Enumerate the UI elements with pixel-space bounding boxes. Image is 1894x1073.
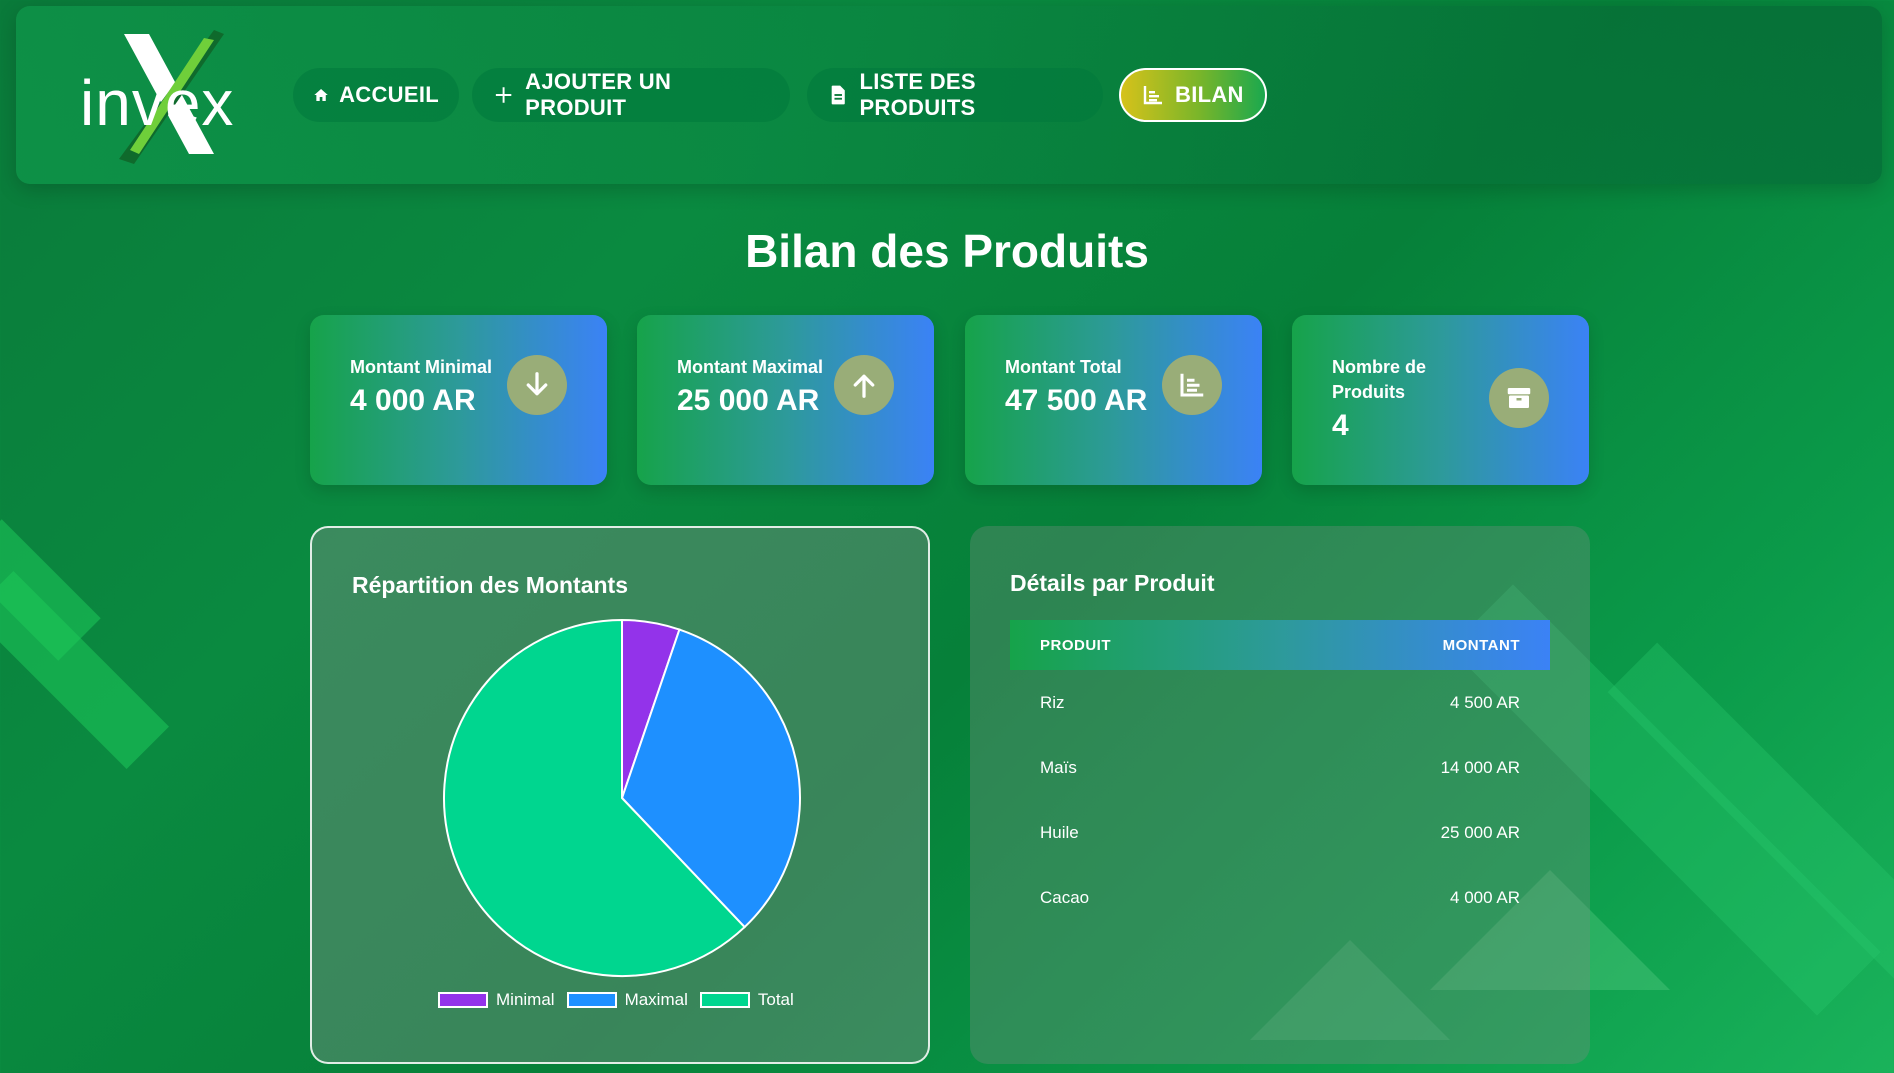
legend-label: Maximal	[624, 990, 688, 1009]
table-row: Riz 4 500 AR	[1010, 670, 1550, 735]
nav-accueil-label: ACCUEIL	[339, 82, 439, 107]
home-icon	[314, 88, 328, 102]
stat-label: Montant Maximal	[677, 357, 824, 377]
chart-legend: Minimal Maximal Total	[438, 990, 796, 1010]
stat-value: 4 000 AR	[350, 384, 476, 417]
cell-montant: 25 000 AR	[1440, 822, 1520, 842]
nav-bilan-button[interactable]: BILAN	[1119, 68, 1267, 122]
stat-value: 4	[1332, 409, 1349, 442]
details-table: PRODUIT MONTANT Riz 4 500 AR Maïs 14 000…	[1010, 620, 1550, 930]
stat-value: 47 500 AR	[1005, 384, 1148, 417]
legend-item-minimal[interactable]: Minimal	[438, 990, 555, 1010]
chart-icon	[1162, 355, 1222, 415]
logo-text: invex	[80, 67, 235, 139]
legend-label: Minimal	[496, 990, 555, 1009]
stat-label: Montant Total	[1005, 357, 1122, 377]
cell-produit: Maïs	[1040, 757, 1077, 777]
cell-montant: 4 000 AR	[1450, 887, 1520, 907]
cell-produit: Cacao	[1040, 887, 1090, 907]
page-title: Bilan des Produits	[745, 225, 1149, 277]
stat-label: Montant Minimal	[350, 357, 492, 377]
chart-icon	[1143, 86, 1162, 105]
arrow-up-icon	[834, 355, 894, 415]
nav-liste-produits-button[interactable]: LISTE DES PRODUITS	[807, 68, 1103, 122]
legend-swatch	[566, 992, 617, 1008]
stat-card-montant-maximal: Montant Maximal 25 000 AR	[637, 315, 934, 485]
legend-swatch	[438, 992, 488, 1008]
box-icon	[1489, 368, 1549, 428]
nav-accueil-button[interactable]: ACCUEIL	[293, 68, 459, 122]
invex-logo[interactable]: invex	[64, 24, 254, 174]
details-panel: Détails par Produit PRODUIT MONTANT Riz …	[970, 526, 1590, 1064]
nav-ajouter-produit-label: AJOUTER UN PRODUIT	[525, 69, 672, 120]
cell-produit: Riz	[1040, 692, 1065, 712]
plus-icon	[495, 87, 512, 103]
table-row: Cacao 4 000 AR	[1010, 865, 1550, 930]
details-panel-title: Détails par Produit	[1010, 570, 1215, 596]
document-icon	[831, 85, 845, 105]
cell-montant: 4 500 AR	[1450, 692, 1520, 712]
cell-produit: Huile	[1040, 822, 1079, 842]
chart-panel: Répartition des Montants Minimal Maximal T…	[310, 526, 930, 1064]
cell-montant: 14 000 AR	[1440, 757, 1520, 777]
table-header: PRODUIT MONTANT	[1010, 620, 1550, 670]
legend-item-total[interactable]: Total	[699, 990, 794, 1010]
legend-label: Total	[757, 990, 794, 1009]
column-header-produit[interactable]: PRODUIT	[1040, 637, 1111, 654]
pie-chart	[443, 618, 801, 977]
stat-value: 25 000 AR	[677, 384, 820, 417]
nav-bilan-label: BILAN	[1175, 82, 1244, 107]
stat-card-montant-minimal: Montant Minimal 4 000 AR	[310, 315, 607, 485]
stat-card-montant-total: Montant Total 47 500 AR	[965, 315, 1262, 485]
stat-label: Nombre de Produits	[1332, 357, 1427, 402]
legend-item-maximal[interactable]: Maximal	[566, 990, 688, 1010]
table-row: Maïs 14 000 AR	[1010, 735, 1550, 800]
nav-liste-produits-label: LISTE DES PRODUITS	[859, 69, 976, 120]
table-row: Huile 25 000 AR	[1010, 800, 1550, 865]
legend-swatch	[699, 992, 750, 1008]
stat-card-nombre-produits: Nombre de Produits 4	[1292, 315, 1589, 485]
arrow-down-icon	[507, 355, 567, 415]
column-header-montant[interactable]: MONTANT	[1443, 637, 1520, 654]
nav-ajouter-produit-button[interactable]: AJOUTER UN PRODUIT	[472, 68, 790, 122]
navbar: invex ACCUEIL AJOUTER UN PRODUIT LISTE D…	[16, 6, 1882, 184]
